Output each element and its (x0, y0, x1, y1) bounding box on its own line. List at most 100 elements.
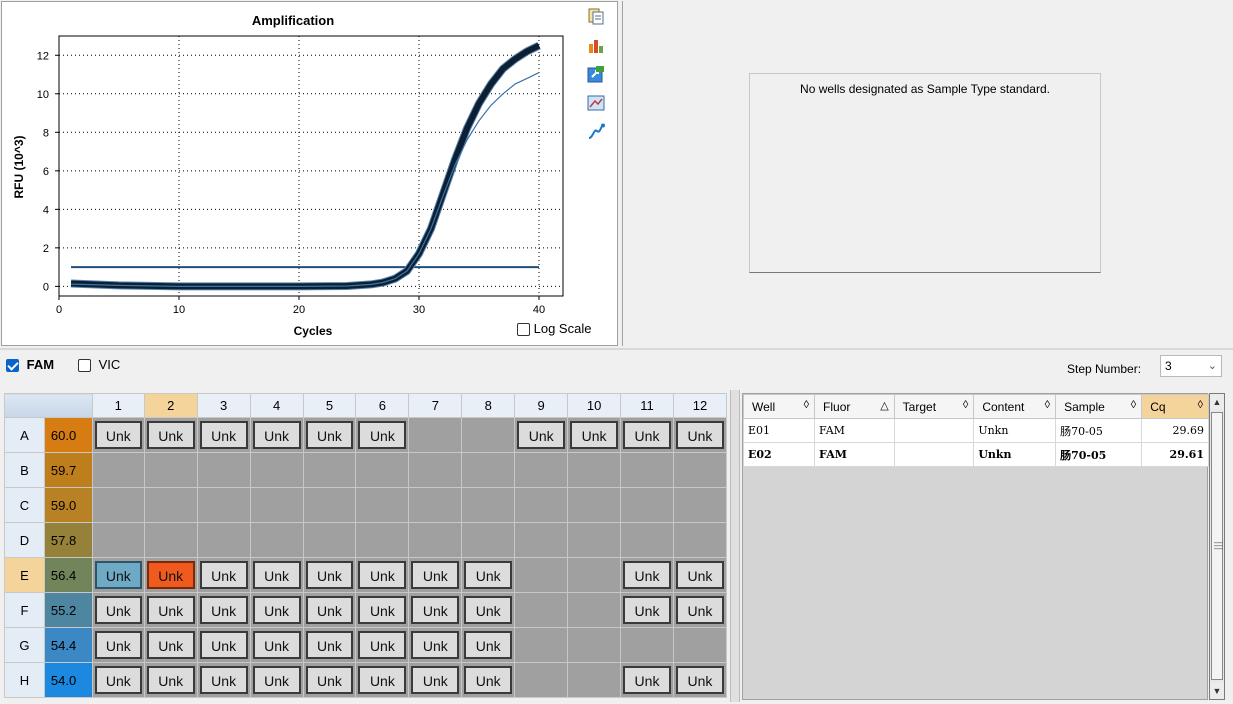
plate-well-A6[interactable]: Unk (358, 421, 407, 449)
table-row[interactable]: E02 FAM Unkn 肠70-05 29.61 (742, 442, 1209, 467)
fam-checkbox[interactable] (6, 359, 19, 373)
plate-empty-well[interactable] (408, 487, 463, 523)
plate-empty-well[interactable] (514, 627, 569, 663)
plate-well-E4[interactable]: Unk (252, 561, 301, 589)
header-fluor[interactable]: Fluor △ (814, 394, 895, 419)
plate-well-A11[interactable]: Unk (623, 421, 671, 449)
plate-well-A10[interactable]: Unk (570, 421, 619, 449)
plate-column-header[interactable]: 9 (514, 393, 569, 418)
plate-well-H2[interactable]: Unk (146, 666, 195, 694)
plate-empty-well[interactable] (143, 522, 198, 558)
plate-well-F4[interactable]: Unk (252, 596, 301, 624)
plate-well-H1[interactable]: Unk (94, 666, 142, 694)
copy-icon[interactable] (587, 7, 605, 25)
plate-empty-well[interactable] (143, 452, 198, 488)
plate-well-G1[interactable]: Unk (94, 631, 142, 659)
plate-well-F12[interactable]: Unk (675, 596, 724, 624)
plate-column-header[interactable]: 7 (408, 393, 463, 418)
log-scale-toggle[interactable]: Log Scale (517, 321, 591, 337)
plate-well-E5[interactable]: Unk (305, 561, 354, 589)
plate-empty-well[interactable] (408, 452, 463, 488)
plate-row-header[interactable]: E (4, 557, 45, 593)
plate-empty-well[interactable] (567, 662, 622, 698)
plate-empty-well[interactable] (91, 522, 145, 558)
plate-column-header[interactable]: 12 (672, 393, 728, 418)
plate-empty-well[interactable] (514, 557, 569, 593)
plate-empty-well[interactable] (567, 627, 622, 663)
plate-empty-well[interactable] (620, 487, 674, 523)
plate-well-E1[interactable]: Unk (94, 561, 142, 589)
plate-empty-well[interactable] (461, 452, 516, 488)
plate-well-H8[interactable]: Unk (464, 666, 513, 694)
panel-splitter[interactable] (0, 348, 1233, 350)
header-cq[interactable]: Cq ◊ (1141, 394, 1209, 419)
plate-well-A4[interactable]: Unk (252, 421, 301, 449)
plate-column-header[interactable]: 5 (302, 393, 357, 418)
scroll-up-icon[interactable]: ▲ (1210, 394, 1224, 410)
plate-well-E6[interactable]: Unk (358, 561, 407, 589)
plate-well-H4[interactable]: Unk (252, 666, 301, 694)
plate-empty-well[interactable] (672, 487, 728, 523)
plate-empty-well[interactable] (620, 627, 674, 663)
plate-well-A1[interactable]: Unk (94, 421, 142, 449)
plate-column-header[interactable]: 6 (355, 393, 410, 418)
plate-empty-well[interactable] (514, 487, 569, 523)
vertical-splitter[interactable] (730, 390, 740, 702)
header-target[interactable]: Target ◊ (893, 394, 975, 419)
plate-empty-well[interactable] (355, 452, 410, 488)
scroll-down-icon[interactable]: ▼ (1210, 683, 1224, 699)
plate-row-header[interactable]: F (4, 592, 45, 628)
plate-empty-well[interactable] (196, 487, 251, 523)
plate-empty-well[interactable] (672, 452, 728, 488)
plate-well-F2[interactable]: Unk (146, 596, 195, 624)
plate-well-H7[interactable]: Unk (411, 666, 460, 694)
plate-well-A9[interactable]: Unk (517, 421, 566, 449)
plate-well-E11[interactable]: Unk (623, 561, 671, 589)
results-scrollbar[interactable]: ▲ ― ― ― ▼ (1209, 393, 1225, 700)
plate-well-F6[interactable]: Unk (358, 596, 407, 624)
vic-checkbox-group[interactable]: VIC (78, 357, 120, 373)
plate-column-header[interactable]: 10 (567, 393, 622, 418)
plate-empty-well[interactable] (196, 452, 251, 488)
plate-well-F8[interactable]: Unk (464, 596, 513, 624)
plate-empty-well[interactable] (355, 522, 410, 558)
plate-empty-well[interactable] (408, 417, 463, 453)
plate-well-E3[interactable]: Unk (199, 561, 248, 589)
curve-icon[interactable] (587, 123, 605, 141)
plate-well-A3[interactable]: Unk (199, 421, 248, 449)
table-row[interactable]: E01 FAM Unkn 肠70-05 29.69 (742, 418, 1209, 443)
vic-checkbox[interactable] (78, 359, 91, 373)
plate-empty-well[interactable] (461, 487, 516, 523)
log-scale-checkbox[interactable] (517, 323, 530, 337)
plate-empty-well[interactable] (461, 522, 516, 558)
plate-well-G2[interactable]: Unk (146, 631, 195, 659)
plate-well-F1[interactable]: Unk (94, 596, 142, 624)
plate-well-F7[interactable]: Unk (411, 596, 460, 624)
plate-well-H12[interactable]: Unk (675, 666, 724, 694)
plate-empty-well[interactable] (514, 662, 569, 698)
plate-empty-well[interactable] (620, 522, 674, 558)
image-icon[interactable] (587, 94, 605, 112)
chart-settings-icon[interactable] (587, 36, 605, 54)
plate-empty-well[interactable] (143, 487, 198, 523)
plate-well-G6[interactable]: Unk (358, 631, 407, 659)
plate-well-E2[interactable]: Unk (146, 561, 195, 589)
plate-well-F3[interactable]: Unk (199, 596, 248, 624)
plate-row-header[interactable]: C (4, 487, 45, 523)
plate-corner[interactable] (4, 393, 93, 418)
plate-row-header[interactable]: B (4, 452, 45, 488)
plate-empty-well[interactable] (514, 452, 569, 488)
plate-row-header[interactable]: H (4, 662, 45, 698)
plate-empty-well[interactable] (355, 487, 410, 523)
export-icon[interactable] (587, 65, 605, 83)
plate-well-H3[interactable]: Unk (199, 666, 248, 694)
plate-row-header[interactable]: G (4, 627, 45, 663)
plate-empty-well[interactable] (567, 557, 622, 593)
plate-well-E7[interactable]: Unk (411, 561, 460, 589)
scrollbar-thumb[interactable]: ― ― ― (1211, 412, 1223, 680)
header-content[interactable]: Content ◊ (973, 394, 1057, 419)
header-well[interactable]: Well ◊ (742, 394, 816, 419)
plate-empty-well[interactable] (249, 522, 304, 558)
plate-well-G3[interactable]: Unk (199, 631, 248, 659)
plate-well-A2[interactable]: Unk (146, 421, 195, 449)
